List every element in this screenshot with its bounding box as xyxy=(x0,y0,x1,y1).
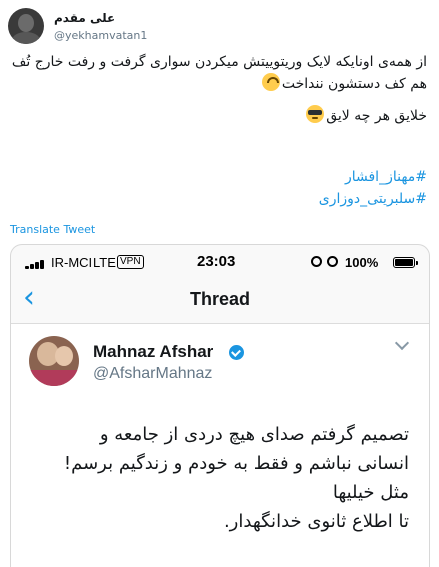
vpn-badge: VPN xyxy=(117,255,144,269)
alarm-icon xyxy=(327,256,338,267)
nav-title: Thread xyxy=(189,289,250,309)
tweet-header: علی مقدم @yekhamvatan1 xyxy=(0,0,439,48)
signal-strength-icon xyxy=(25,260,49,269)
quoted-text-line: مثل خیلیها xyxy=(332,482,409,503)
status-icons xyxy=(311,254,341,270)
quoted-author-handle[interactable]: @AfsharMahnaz xyxy=(93,365,212,383)
rotation-lock-icon xyxy=(311,256,322,267)
hashtag-link[interactable]: #مهناز_افشار xyxy=(319,166,427,188)
tweet-text-line-2-text: هم کف دستشون ننداخت xyxy=(281,76,427,92)
tweet-text: از همه‌ی اونایکه لایک وریتوییتش میکردن س… xyxy=(12,52,427,127)
quoted-tweet-text: تصمیم گرفتم صدای هیچ دردی از جامعه و انس… xyxy=(19,420,409,536)
avatar-face xyxy=(18,14,34,32)
translate-tweet-link[interactable]: Translate Tweet xyxy=(10,223,95,236)
author-handle[interactable]: @yekhamvatan1 xyxy=(54,29,147,42)
carrier-label: IR-MCI xyxy=(51,255,93,270)
verified-badge-icon xyxy=(229,345,244,360)
battery-icon xyxy=(393,257,418,268)
network-label: LTE xyxy=(93,255,116,270)
quoted-text-line: تا اطلاع ثانوی خدانگهدار. xyxy=(223,511,409,532)
tweet-text-line-2: هم کف دستشون ننداخت xyxy=(12,73,427,95)
hashtag-link[interactable]: #سلبریتی_دوزاری xyxy=(319,188,427,210)
author-name[interactable]: علی مقدم xyxy=(54,11,115,25)
quoted-avatar[interactable] xyxy=(29,336,79,386)
quoted-text-line: تصمیم گرفتم صدای هیچ دردی از جامعه و xyxy=(99,424,409,445)
chevron-down-icon[interactable] xyxy=(394,335,410,351)
quoted-text-line: انسانی نباشم و فقط به خودم و زندگیم برسم… xyxy=(63,453,409,474)
embedded-screenshot[interactable]: IR-MCI LTE VPN 23:03 100% ‹ Thread Mahna… xyxy=(10,244,430,567)
quoted-tweet: Mahnaz Afshar @AfsharMahnaz تصمیم گرفتم … xyxy=(11,324,429,567)
battery-percentage: 100% xyxy=(345,255,379,270)
tweet-text-line-1: از همه‌ی اونایکه لایک وریتوییتش میکردن س… xyxy=(11,54,427,70)
avatar-body xyxy=(12,32,40,44)
hashtags: #مهناز_افشار #سلبریتی_دوزاری xyxy=(319,166,427,210)
status-time: 23:03 xyxy=(197,253,236,270)
quoted-author-name[interactable]: Mahnaz Afshar xyxy=(93,342,213,362)
sunglasses-face-icon xyxy=(306,105,325,123)
tweet-text-line-3-text: خلایق هر چه لایق xyxy=(326,108,427,124)
nav-bar: ‹ Thread xyxy=(11,279,429,324)
status-bar: IR-MCI LTE VPN 23:03 100% xyxy=(11,245,429,279)
tweet-text-line-3: خلایق هر چه لایق xyxy=(12,105,427,127)
avatar[interactable] xyxy=(8,8,44,44)
upside-down-face-icon xyxy=(261,73,280,91)
